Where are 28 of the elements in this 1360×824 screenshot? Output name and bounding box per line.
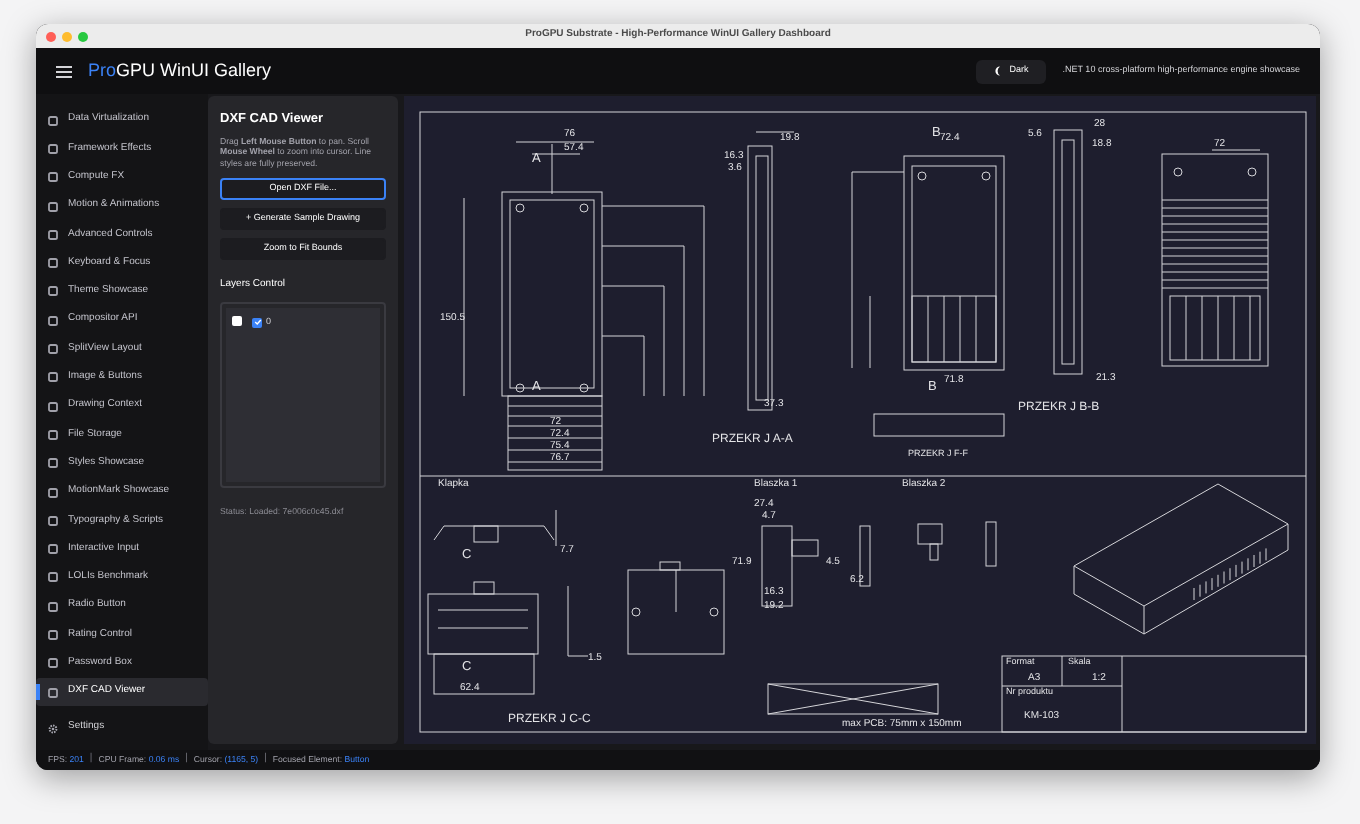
square-icon [48,515,58,526]
square-icon [48,429,58,440]
square-icon [48,658,58,669]
square-icon [48,401,58,412]
square-icon [48,487,58,497]
layer-checkbox[interactable] [252,317,262,328]
square-icon [48,315,58,326]
layer-checkbox[interactable] [232,315,242,326]
square-icon [48,372,58,383]
close-button[interactable] [46,31,56,41]
square-icon [48,258,58,269]
app-title: ProGPU WinUI Gallery [88,57,272,84]
square-icon [48,687,58,698]
square-icon [48,601,58,612]
square-icon [48,629,58,640]
square-icon [48,172,58,183]
square-icon [48,201,58,212]
square-icon [48,286,58,297]
square-icon [48,229,58,240]
square-icon [48,572,58,583]
square-icon [48,544,58,555]
gear-icon [48,723,58,733]
menu-icon[interactable] [56,65,72,77]
moon-icon [993,66,1002,76]
square-icon [48,344,58,355]
square-icon [48,115,58,126]
square-icon [48,458,58,469]
square-icon [48,143,58,154]
